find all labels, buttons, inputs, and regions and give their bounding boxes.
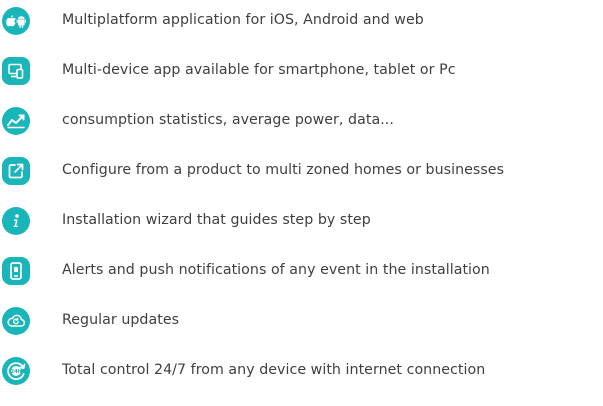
phone-notification-icon [2,257,30,285]
feature-text: Total control 24/7 from any device with … [62,362,486,378]
feature-item-updates: Regular updates [0,304,603,338]
feature-text: Regular updates [62,312,180,328]
feature-text: Installation wizard that guides step by … [62,212,371,228]
feature-item-statistics: consumption statistics, average power, d… [0,104,603,138]
cloud-refresh-icon [2,307,30,335]
feature-text: consumption statistics, average power, d… [62,112,394,128]
feature-text: Configure from a product to multi zoned … [62,162,505,178]
feature-list: Multiplatform application for iOS, Andro… [0,0,603,406]
feature-item-multiplatform: Multiplatform application for iOS, Andro… [0,4,603,38]
external-link-square-icon [2,157,30,185]
feature-item-total-control: 24h Total control 24/7 from any device w… [0,354,603,388]
feature-item-configure: Configure from a product to multi zoned … [0,154,603,188]
feature-text: Multi-device app available for smartphon… [62,62,456,78]
stats-trend-icon [2,107,30,135]
clock-24h-icon: 24h [2,357,30,385]
feature-text: Multiplatform application for iOS, Andro… [62,12,424,28]
svg-text:24h: 24h [11,369,22,375]
feature-item-wizard: Installation wizard that guides step by … [0,204,603,238]
feature-text: Alerts and push notifications of any eve… [62,262,490,278]
info-icon [2,207,30,235]
apple-android-icon [2,7,30,35]
feature-item-alerts: Alerts and push notifications of any eve… [0,254,603,288]
feature-item-multi-device: Multi-device app available for smartphon… [0,54,603,88]
multi-device-icon [2,57,30,85]
